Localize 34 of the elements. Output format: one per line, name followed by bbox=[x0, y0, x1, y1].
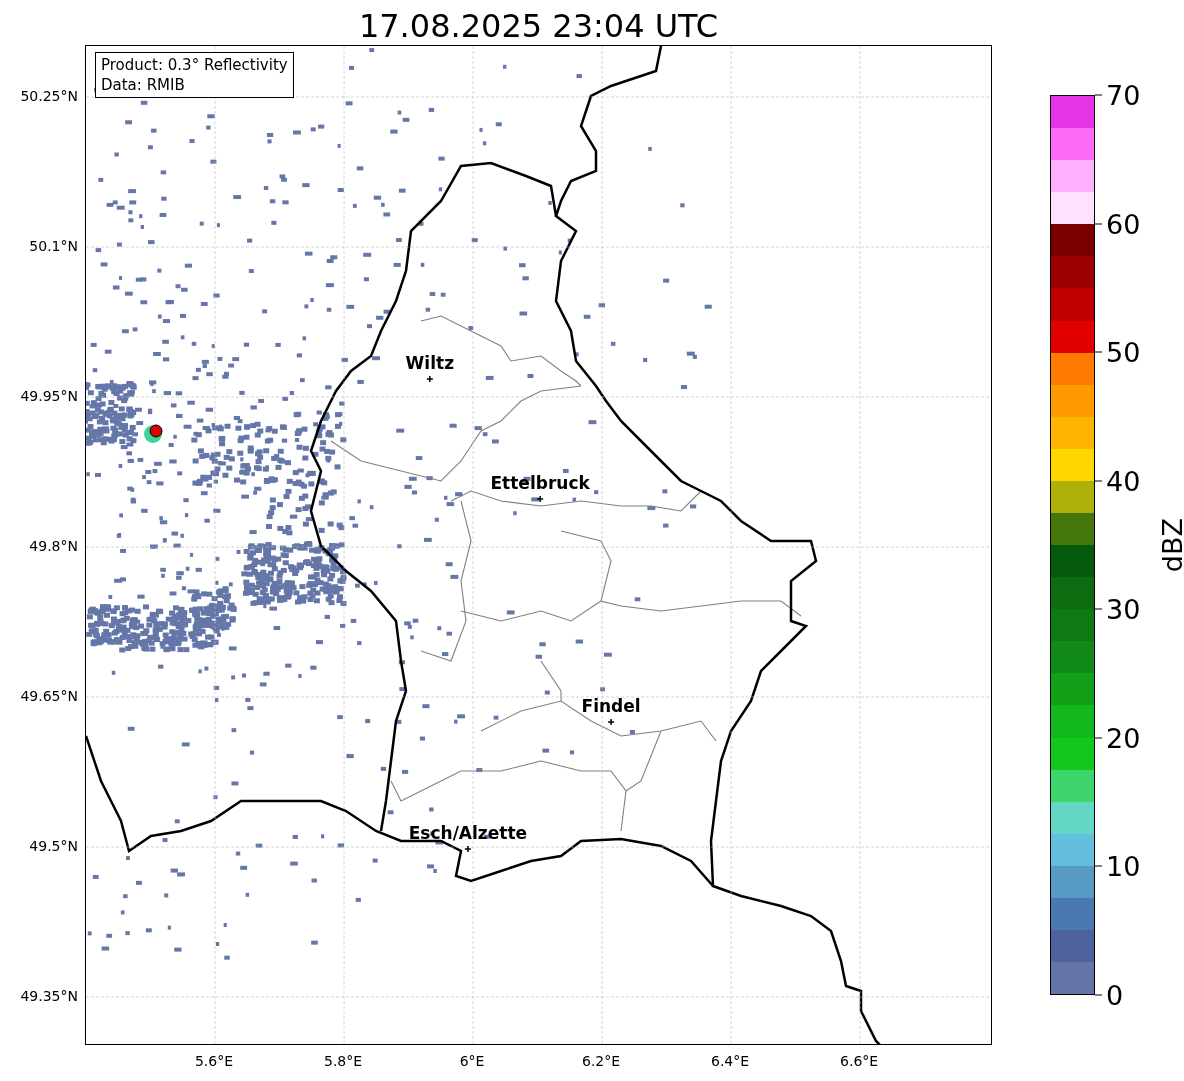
city-label: Ettelbruck bbox=[490, 473, 590, 493]
colorbar-tick-label: 0 bbox=[1106, 979, 1124, 1011]
colorbar-tick-label: 30 bbox=[1106, 593, 1141, 625]
radar-site-icon bbox=[144, 424, 163, 443]
city-label: Esch/Alzette bbox=[408, 823, 528, 843]
colorbar-tick-label: 20 bbox=[1106, 722, 1141, 754]
axis-tick-label: 5.6°E bbox=[194, 1053, 234, 1069]
axis-tick-label: 49.95°N bbox=[20, 387, 78, 405]
city-label: Wiltz bbox=[405, 353, 455, 373]
colorbar-tick-label: 40 bbox=[1106, 465, 1141, 497]
colorbar-tick-label: 50 bbox=[1106, 336, 1141, 368]
axis-tick-label: 5.8°E bbox=[323, 1053, 363, 1069]
axis-tick-label: 6.4°E bbox=[711, 1053, 750, 1069]
map-title: 17.08.2025 23:04 UTC bbox=[357, 6, 720, 45]
axis-tick-label: 49.35°N bbox=[20, 987, 78, 1005]
axis-tick-label: 50.1°N bbox=[29, 237, 78, 255]
city-marker-icon bbox=[464, 845, 472, 853]
axis-tick-label: 6°E bbox=[459, 1053, 485, 1069]
city-marker-icon bbox=[607, 718, 615, 726]
info-text: Data: RMIB bbox=[101, 75, 186, 95]
city-marker-icon bbox=[426, 375, 434, 383]
axis-tick-label: 49.65°N bbox=[20, 687, 78, 705]
city-label: Findel bbox=[581, 696, 641, 716]
colorbar-tick-label: 70 bbox=[1106, 79, 1141, 111]
axis-tick-label: 49.8°N bbox=[29, 537, 78, 555]
colorbar-label: dBZ bbox=[1157, 517, 1184, 573]
colorbar-tick-label: 10 bbox=[1106, 850, 1141, 882]
city-marker-icon bbox=[536, 495, 544, 503]
axis-tick-label: 49.5°N bbox=[29, 837, 78, 855]
info-text: Product: 0.3° Reflectivity bbox=[101, 55, 288, 75]
colorbar-tick-label: 60 bbox=[1106, 208, 1141, 240]
axis-tick-label: 6.2°E bbox=[582, 1053, 621, 1069]
axis-tick-label: 50.25°N bbox=[20, 87, 78, 105]
axis-tick-label: 6.6°E bbox=[840, 1053, 879, 1069]
